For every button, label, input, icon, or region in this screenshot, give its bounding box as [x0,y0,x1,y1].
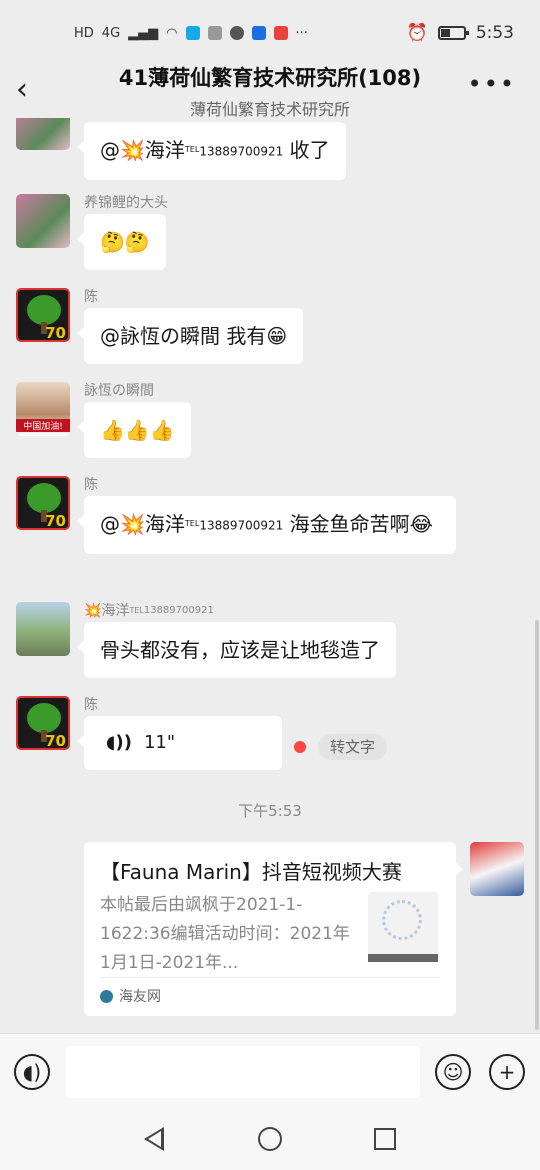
message-item: 70 陈 @💥海洋TEL13889700921 海金鱼命苦啊😂 [16,476,456,554]
card-source-label: 海友网 [119,989,161,1005]
app-notification-icon [185,26,200,40]
input-bar: ◖) ☺ + [0,1033,540,1110]
chat-header: ‹ 41薄荷仙繁育技术研究所(108) 薄荷仙繁育技术研究所 ••• [0,48,540,119]
card-thumbnail [368,892,438,962]
more-notifications-icon: ··· [295,25,308,41]
alarm-icon: ⏰ [406,23,428,43]
message-bubble[interactable]: 🤔🤔 [77,214,166,270]
avatar[interactable]: 70 [16,476,70,530]
sender-name: 詠恆の瞬間 [84,383,154,399]
card-source: 海友网 [100,977,440,1006]
signal-icon: ▂▄▆ [128,25,159,41]
avatar[interactable]: 70 [16,288,70,342]
network-badge: 4G [101,25,121,41]
battery-icon [437,26,469,40]
message-input[interactable] [66,1046,420,1098]
sender-name: 陈 [84,477,98,493]
card-title: 【Fauna Marin】抖音短视频大赛 [100,860,402,884]
plus-icon[interactable]: + [489,1054,525,1090]
timestamp: 下午5:53 [238,802,302,820]
chat-title: 41薄荷仙繁育技术研究所(108) [118,66,422,90]
sender-name: 陈 [84,289,98,305]
avatar[interactable]: 中国加油! [16,382,70,436]
mention-text: @💥海洋 [100,138,185,162]
avatar[interactable] [16,118,70,150]
message-bubble[interactable]: @💥海洋TEL13889700921 海金鱼命苦啊😂 [77,496,456,554]
app-notification-icon-4 [273,26,288,40]
hd-badge: HD [74,25,94,41]
self-avatar[interactable] [470,842,524,896]
nav-back-icon[interactable] [144,1127,164,1151]
card-description: 本帖最后由飒枫于2021-1-1622:36编辑活动时间：2021年1月1日-2… [100,895,350,973]
more-options-icon[interactable]: ••• [468,70,516,98]
message-item: 70 陈 @詠恆の瞬間 我有😁 [16,288,304,364]
tel-mark: TEL [184,145,200,154]
avatar-tag: 中国加油! [16,419,70,432]
sender-name: 💥海洋TEL13889700921 [84,602,396,622]
nav-recent-icon[interactable] [374,1128,396,1150]
avatar[interactable]: 70 [16,696,70,750]
voice-wave-icon: ◖)) [106,732,132,753]
message-item: 💥海洋TEL13889700921 骨头都没有，应该是让地毯造了 [16,602,396,678]
wifi-icon: ◠ [166,25,178,41]
message-item: 中国加油! 詠恆の瞬間 👍👍👍 [16,382,191,458]
voice-message-bubble[interactable]: ◖)) 11" [77,716,282,770]
message-text: 海金鱼命苦啊😂 [283,512,434,536]
back-icon[interactable]: ‹ [16,72,28,107]
voice-input-icon[interactable]: ◖) [14,1054,50,1090]
tel-mark: TEL [129,606,144,615]
system-nav-bar [0,1110,540,1170]
avatar[interactable] [16,194,70,248]
avatar[interactable] [16,602,70,656]
scrollbar[interactable] [535,620,539,1030]
app-notification-icon-2 [207,26,222,40]
message-bubble[interactable]: 👍👍👍 [77,402,191,458]
voice-duration: 11" [143,732,176,753]
phone-number: 13889700921 [199,144,284,159]
link-card[interactable]: 【Fauna Marin】抖音短视频大赛 本帖最后由飒枫于2021-1-1622… [84,842,463,1016]
phone-number: 13889700921 [199,518,284,533]
emoji-icon[interactable]: ☺ [435,1054,471,1090]
message-bubble[interactable]: 骨头都没有，应该是让地毯造了 [77,622,396,678]
sender-name: 陈 [84,697,98,713]
message-bubble[interactable]: @詠恆の瞬間 我有😁 [76,308,304,364]
status-time: 5:53 [475,23,514,43]
message-bubble[interactable]: @💥海洋TEL13889700921 收了 [77,122,346,180]
app-notification-icon-3 [251,26,266,40]
source-icon [100,989,113,1003]
tel-mark: TEL [184,519,200,528]
message-item: 70 陈 ◖)) 11" [16,696,282,770]
message-item: @💥海洋TEL13889700921 收了 [16,118,346,180]
sender-phone: 13889700921 [143,605,214,616]
chat-area[interactable]: @💥海洋TEL13889700921 收了 养锦鲤的大头 🤔🤔 70 陈 @詠恆… [0,118,540,1033]
convert-to-text-button[interactable]: 转文字 [318,734,388,760]
sender-name: 养锦鲤的大头 [84,195,168,211]
nav-home-icon[interactable] [258,1127,282,1151]
sender-name-text: 💥海洋 [84,603,130,619]
message-item: 养锦鲤的大头 🤔🤔 [16,194,168,270]
unread-dot [294,741,306,753]
chat-subtitle: 薄荷仙繁育技术研究所 [189,100,350,119]
mention-text: @💥海洋 [100,512,185,536]
message-text: 收了 [283,138,330,162]
penguin-icon [229,26,244,40]
